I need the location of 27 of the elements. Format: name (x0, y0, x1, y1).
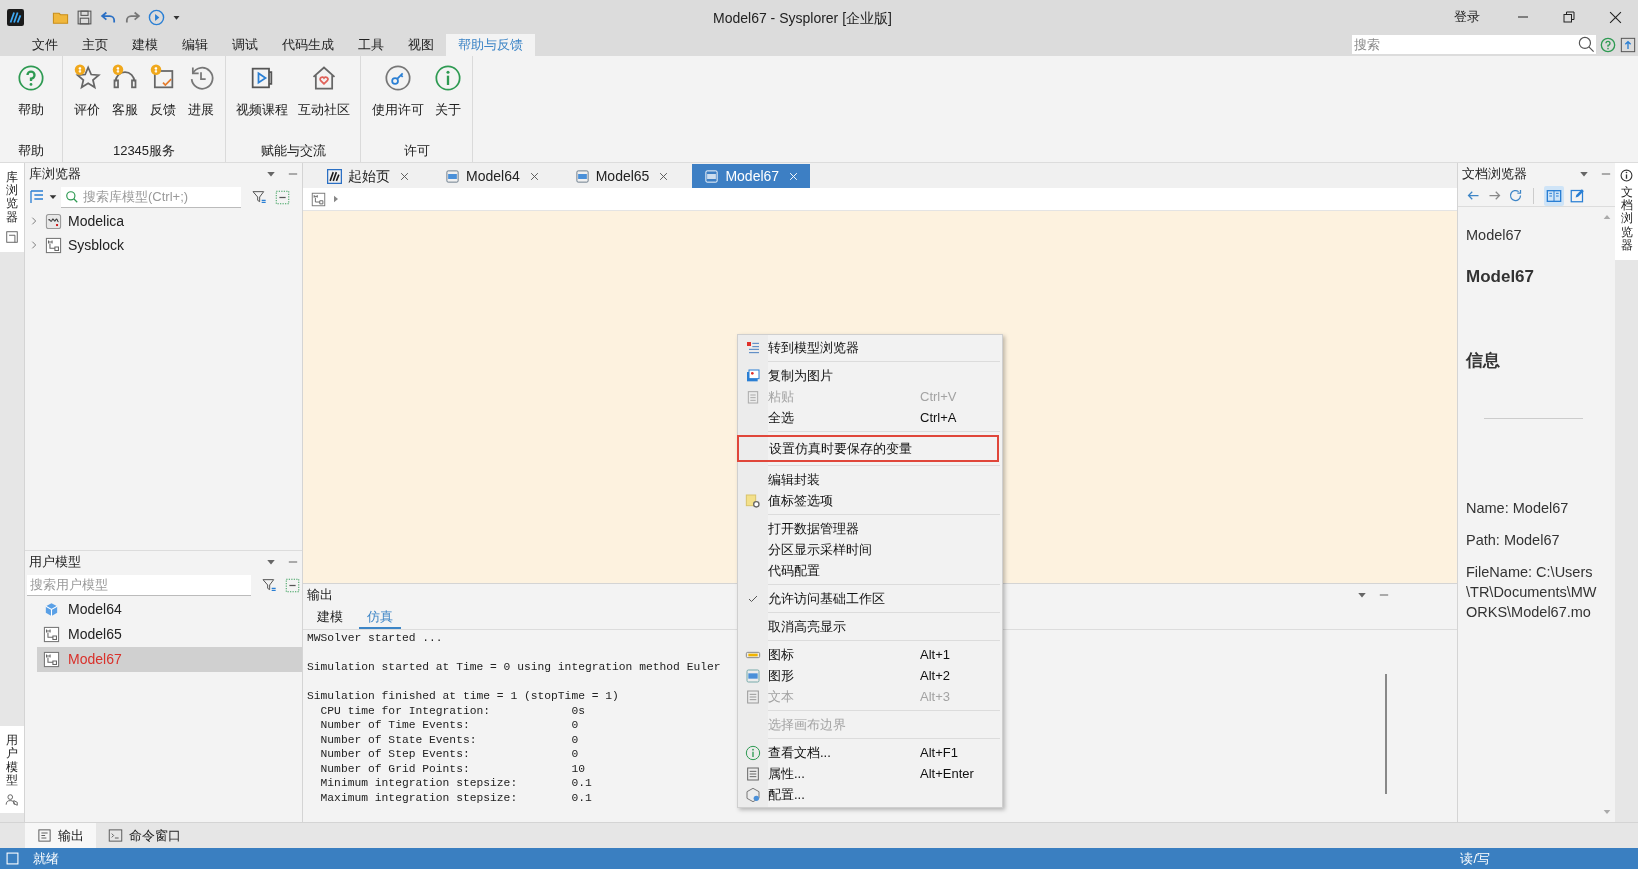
panel-title: 库浏览器 (29, 165, 81, 184)
ribbon-group-label: 赋能与交流 (260, 141, 326, 160)
output-line: Number of Step Events: 0 (319, 747, 579, 762)
status-text: 就绪 (33, 849, 59, 868)
output-line: CPU time for Integration: 0s (319, 703, 585, 718)
output-line: Number of State Events: 0 (319, 732, 579, 747)
output-line: Maximum integration stepsize: 0.1 (319, 790, 592, 805)
doc-heading: Model67 (1466, 265, 1536, 288)
window-title: Model67 - Sysplorer [企业版] (713, 9, 892, 28)
status-text: 读/写 (1460, 849, 1490, 868)
ribbon-group-label: 许可 (403, 141, 430, 160)
output-line: Simulation started at Time = 0 using integration method Euler (307, 660, 721, 675)
ribbon-group-label: 12345服务 (112, 141, 176, 160)
section-heading: 信息 (1466, 350, 1501, 373)
panel-title: 文档浏览器 (1462, 165, 1527, 184)
ribbon-group-label: 帮助 (18, 141, 44, 160)
panel-title: 输出 (307, 586, 333, 605)
model-name: Model67 (1466, 226, 1523, 245)
info-text: Name: Model67 (1466, 498, 1570, 518)
output-line: Simulation finished at time = 1 (stopTime = 1) (307, 689, 619, 704)
output-line: Number of Time Events: 0 (319, 718, 579, 733)
output-line: Number of Grid Points: 10 (319, 761, 585, 776)
info-text: Path: Model67 (1466, 530, 1561, 550)
info-text: FileName: C:\Users\TR\Documents\MWORKS\Model67.mo (1466, 562, 1598, 622)
output-line: MWSolver started ... (307, 631, 443, 646)
output-line: Minimum integration stepsize: 0.1 (319, 776, 592, 791)
panel-title: 用户模型 (29, 553, 81, 572)
